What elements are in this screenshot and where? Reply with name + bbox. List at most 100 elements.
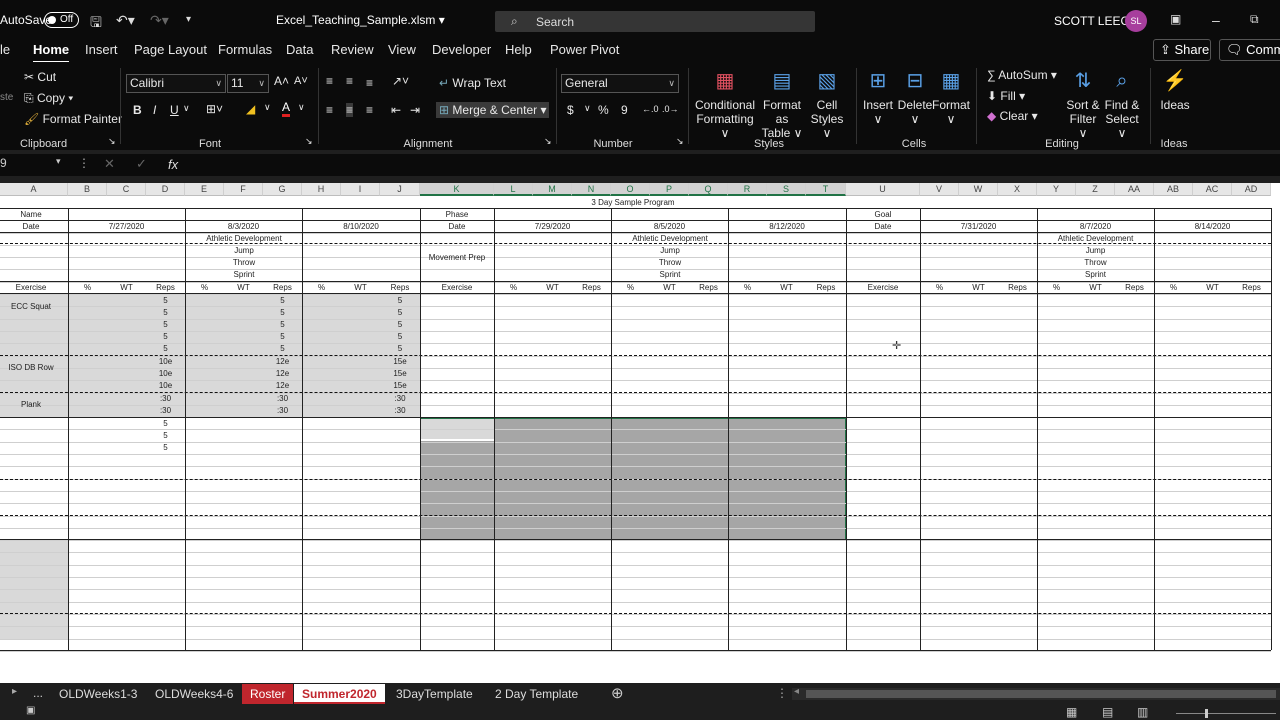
italic-button[interactable]: I — [153, 103, 156, 117]
font-color-dropdown-icon[interactable]: ∨ — [298, 102, 305, 113]
tab-3daytemplate[interactable]: 3DayTemplate — [388, 684, 481, 704]
ideas-button[interactable]: ⚡ Ideas — [1158, 68, 1192, 112]
scroll-tabs-right-icon[interactable]: ▸ — [12, 686, 17, 697]
tab-summer2020[interactable]: Summer2020 — [294, 684, 385, 704]
enter-icon[interactable]: ✓ — [136, 156, 147, 172]
tab-oldweeks1-3[interactable]: OLDWeeks1-3 — [51, 684, 145, 704]
column-header-e[interactable]: E — [185, 183, 224, 196]
tab-formulas[interactable]: Formulas — [218, 42, 272, 57]
column-header-aa[interactable]: AA — [1115, 183, 1154, 196]
sort-filter-button[interactable]: ⇅ Sort & Filter ∨ — [1064, 68, 1102, 140]
column-header-g[interactable]: G — [263, 183, 302, 196]
fill-button[interactable]: ⬇ Fill ▾ — [987, 89, 1025, 103]
redo-icon[interactable]: ↷▾ — [150, 12, 169, 29]
wrap-text-button[interactable]: ↵ Wrap Text — [439, 76, 506, 90]
cut-button[interactable]: ✂ Cut — [24, 70, 56, 84]
tab-2-day-template[interactable]: 2 Day Template — [487, 684, 586, 704]
insert-cells-button[interactable]: ⊞ Insert ∨ — [860, 68, 896, 126]
column-header-v[interactable]: V — [920, 183, 959, 196]
comma-button[interactable]: 9 — [621, 103, 628, 117]
page-break-view-icon[interactable]: ▥ — [1137, 705, 1148, 719]
tab-insert[interactable]: Insert — [85, 42, 118, 57]
column-header-j[interactable]: J — [380, 183, 420, 196]
percent-button[interactable]: % — [598, 103, 609, 117]
alignment-launcher-icon[interactable]: ↘ — [544, 136, 552, 147]
tab-developer[interactable]: Developer — [432, 42, 491, 57]
insert-function-button[interactable]: fx — [168, 157, 178, 172]
page-layout-view-icon[interactable]: ▤ — [1102, 705, 1113, 719]
more-tabs[interactable]: ... — [33, 686, 43, 700]
column-header-i[interactable]: I — [341, 183, 380, 196]
column-header-y[interactable]: Y — [1037, 183, 1076, 196]
macro-record-icon[interactable]: ▣ — [26, 705, 35, 716]
format-as-table-button[interactable]: ▤ Format as Table ∨ — [756, 68, 808, 140]
clear-button[interactable]: ◆ Clear ▾ — [987, 109, 1038, 123]
cancel-icon[interactable]: ✕ — [104, 156, 115, 172]
format-cells-button[interactable]: ▦ Format ∨ — [932, 68, 970, 126]
bold-button[interactable]: B — [133, 103, 142, 117]
currency-button[interactable]: $ — [567, 103, 574, 117]
top-align-icon[interactable]: ≡ — [326, 74, 333, 88]
font-color-icon[interactable]: A — [282, 101, 291, 117]
autosave-toggle[interactable]: Off — [44, 12, 79, 28]
format-painter-button[interactable]: 🖌 Format Painter — [24, 112, 122, 126]
conditional-formatting-button[interactable]: ▦ Conditional Formatting ∨ — [694, 68, 756, 140]
column-header-n[interactable]: N — [572, 183, 611, 196]
search-box[interactable]: ⌕ Search — [495, 11, 815, 32]
align-right-icon[interactable]: ≡ — [366, 103, 373, 117]
more-options-icon[interactable]: ⋮ — [776, 686, 788, 700]
increase-font-icon[interactable]: A˄ — [274, 74, 289, 88]
column-header-ad[interactable]: AD — [1232, 183, 1271, 196]
column-header-c[interactable]: C — [107, 183, 146, 196]
font-size-select[interactable]: 11 ∨ — [227, 74, 269, 93]
column-header-x[interactable]: X — [998, 183, 1037, 196]
column-header-a[interactable]: A — [0, 183, 68, 196]
comments-button[interactable]: 🗨 Comme — [1219, 39, 1280, 61]
column-header-m[interactable]: M — [533, 183, 572, 196]
increase-decimal-icon[interactable]: ←.0 — [642, 104, 659, 114]
column-header-h[interactable]: H — [302, 183, 341, 196]
column-header-d[interactable]: D — [146, 183, 185, 196]
ribbon-display-icon[interactable]: ▣ — [1170, 12, 1181, 26]
column-header-w[interactable]: W — [959, 183, 998, 196]
worksheet-grid[interactable]: A B C D E F G H I J K L M N O P Q R S T U V W X Y Z AA AB AC AD 3 Day… — [0, 183, 1280, 683]
decrease-font-icon[interactable]: A˅ — [294, 75, 308, 87]
decrease-decimal-icon[interactable]: .0→ — [662, 104, 679, 114]
autosum-button[interactable]: ∑ AutoSum ▾ — [987, 68, 1057, 82]
column-header-p[interactable]: P — [650, 183, 689, 196]
share-button[interactable]: ⇪ Share — [1153, 39, 1211, 61]
align-center-icon[interactable]: ≡ — [346, 103, 354, 117]
normal-view-icon[interactable]: ▦ — [1066, 705, 1077, 719]
tab-oldweeks4-6[interactable]: OLDWeeks4-6 — [147, 684, 241, 704]
minimize-icon[interactable]: – — [1212, 12, 1220, 28]
scrollbar-thumb[interactable] — [806, 690, 1276, 698]
increase-indent-icon[interactable]: ⇥ — [410, 103, 420, 117]
bottom-align-icon[interactable]: ≡ — [366, 76, 373, 90]
column-header-b[interactable]: B — [68, 183, 107, 196]
borders-icon[interactable]: ⊞˅ — [206, 102, 223, 116]
restore-icon[interactable]: ⧉ — [1250, 12, 1259, 27]
save-icon[interactable]: 🖫 — [90, 12, 102, 36]
copy-button[interactable]: ⎘ Copy ▾ — [24, 91, 73, 106]
number-launcher-icon[interactable]: ↘ — [676, 136, 684, 147]
column-header-f[interactable]: F — [224, 183, 263, 196]
horizontal-scrollbar[interactable]: ◂ — [792, 686, 1280, 700]
align-left-icon[interactable]: ≡ — [326, 103, 333, 117]
cell-styles-button[interactable]: ▧ Cell Styles ∨ — [806, 68, 848, 140]
column-header-l[interactable]: L — [494, 183, 533, 196]
tab-power-pivot[interactable]: Power Pivot — [550, 42, 619, 57]
zoom-slider-thumb[interactable] — [1205, 709, 1208, 718]
column-header-s[interactable]: S — [767, 183, 806, 196]
fill-color-icon[interactable]: ◢ — [246, 102, 255, 116]
file-name[interactable]: Excel_Teaching_Sample.xlsm ▾ — [276, 13, 445, 27]
column-header-ab[interactable]: AB — [1154, 183, 1193, 196]
underline-button[interactable]: U — [170, 103, 179, 117]
fill-color-dropdown-icon[interactable]: ∨ — [264, 102, 271, 113]
find-select-button[interactable]: ⌕ Find & Select ∨ — [1102, 68, 1142, 140]
orientation-icon[interactable]: ↗˅ — [392, 74, 409, 88]
scroll-left-icon[interactable]: ◂ — [794, 686, 799, 697]
column-header-o[interactable]: O — [611, 183, 650, 196]
font-name-select[interactable]: Calibri ∨ — [126, 74, 226, 93]
column-header-z[interactable]: Z — [1076, 183, 1115, 196]
customize-qat-icon[interactable]: ▾ — [186, 14, 191, 25]
